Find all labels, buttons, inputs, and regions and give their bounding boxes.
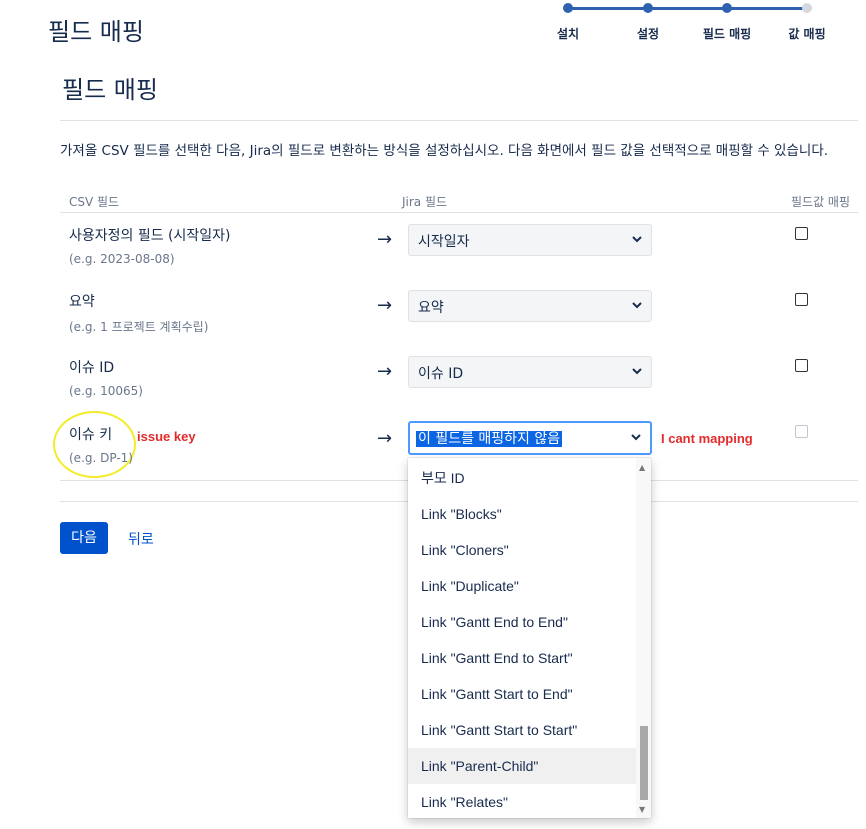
chevron-down-icon (631, 434, 641, 441)
description: 가져올 CSV 필드를 선택한 다음, Jira의 필드로 변환하는 방식을 설… (60, 143, 829, 159)
select-value: 이 필드를 매핑하지 않음 (416, 431, 563, 447)
divider-top (60, 120, 858, 121)
step-label-field-mapping: 필드 매핑 (702, 27, 752, 41)
jira-field-select[interactable]: 요약 (408, 290, 652, 322)
step-dot-4 (802, 3, 812, 13)
column-header-value-mapping: 필드값 매핑 (791, 195, 851, 209)
scroll-up-arrow-icon[interactable]: ▲ (639, 463, 645, 472)
row-field-example: (e.g. 2023-08-08) (69, 252, 175, 266)
progress-stepper: 설치 설정 필드 매핑 값 매핑 (530, 0, 860, 50)
step-dot-3 (722, 3, 732, 13)
mapping-arrow: → (377, 295, 393, 316)
chevron-down-icon (632, 236, 642, 243)
row-field-name: 사용자정의 필드 (시작일자) (69, 228, 231, 244)
yellow-highlight-circle (53, 411, 136, 478)
issue-key-annotation: issue key (137, 429, 196, 444)
value-mapping-checkbox[interactable] (795, 359, 808, 372)
row-field-name: 이슈 키 (69, 427, 113, 443)
select-value: 시작일자 (418, 234, 470, 250)
cant-mapping-annotation: I cant mapping (661, 431, 753, 446)
jira-field-select-open[interactable]: 이 필드를 매핑하지 않음 (408, 421, 652, 455)
chevron-down-icon (632, 302, 642, 309)
select-value: 요약 (418, 300, 444, 316)
scroll-down-arrow-icon[interactable]: ▼ (639, 805, 645, 814)
value-mapping-checkbox[interactable] (795, 293, 808, 306)
scroll-thumb[interactable] (640, 726, 648, 800)
dropdown-option[interactable]: Link "Gantt End to End" (408, 604, 636, 640)
step-label-value-mapping: 값 매핑 (788, 27, 826, 41)
stepper-line (568, 7, 808, 10)
chevron-down-icon (632, 368, 642, 375)
row-field-example: (e.g. DP-1) (69, 451, 133, 465)
dropdown-option[interactable]: Link "Cloners" (408, 532, 636, 568)
dropdown-scrollbar[interactable]: ▲ ▼ (636, 458, 651, 818)
step-dot-1 (563, 3, 573, 13)
row-field-example: (e.g. 1 프로젝트 계획수립) (69, 320, 209, 334)
dropdown-option[interactable]: Link "Blocks" (408, 496, 636, 532)
row-field-name: 이슈 ID (69, 360, 115, 376)
section-title: 필드 매핑 (62, 76, 158, 104)
step-dot-2 (643, 3, 653, 13)
next-button[interactable]: 다음 (60, 522, 108, 554)
column-header-csv: CSV 필드 (69, 195, 120, 209)
select-value: 이슈 ID (418, 366, 464, 382)
dropdown-option-hovered[interactable]: Link "Parent-Child" (408, 748, 636, 784)
dropdown-option[interactable]: Link "Gantt Start to End" (408, 676, 636, 712)
divider-header (60, 212, 858, 213)
row-field-name: 요약 (69, 294, 95, 310)
mapping-arrow: → (377, 229, 393, 250)
value-mapping-checkbox[interactable] (795, 227, 808, 240)
back-link[interactable]: 뒤로 (128, 529, 154, 549)
jira-field-select[interactable]: 이슈 ID (408, 356, 652, 388)
page-title: 필드 매핑 (48, 18, 144, 46)
mapping-arrow: → (377, 428, 393, 449)
row-field-example: (e.g. 10065) (69, 384, 143, 398)
column-header-jira: Jira 필드 (402, 195, 448, 209)
value-mapping-checkbox-disabled[interactable] (795, 425, 808, 438)
dropdown-option[interactable]: Link "Duplicate" (408, 568, 636, 604)
dropdown-option[interactable]: 부모 ID (408, 460, 636, 496)
dropdown-option[interactable]: Link "Gantt Start to Start" (408, 712, 636, 748)
mapping-arrow: → (377, 361, 393, 382)
dropdown-option[interactable]: Link "Relates" (408, 784, 636, 818)
step-label-setup: 설정 (636, 27, 660, 41)
step-label-install: 설치 (556, 27, 580, 41)
dropdown-option[interactable]: Link "Gantt End to Start" (408, 640, 636, 676)
jira-field-select[interactable]: 시작일자 (408, 224, 652, 256)
jira-field-dropdown-list[interactable]: 부모 ID Link "Blocks" Link "Cloners" Link … (408, 458, 651, 818)
